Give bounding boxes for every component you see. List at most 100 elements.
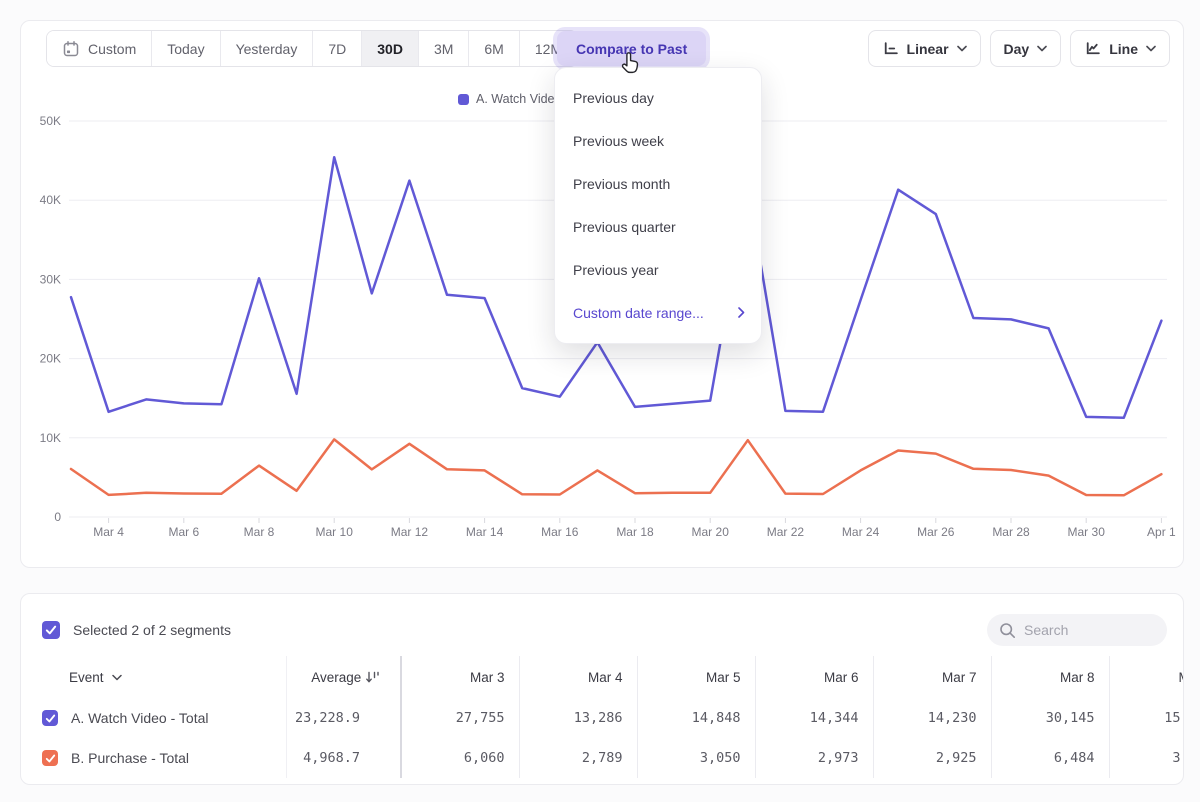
- date-column-header[interactable]: Mar 9: [1109, 656, 1184, 698]
- segments-panel: Selected 2 of 2 segments Event Average Ma…: [20, 593, 1184, 785]
- y-axis-tick-label: 50K: [40, 114, 61, 128]
- segments-summary-label: Selected 2 of 2 segments: [73, 622, 231, 638]
- x-axis-tick-label: Mar 16: [541, 525, 579, 539]
- x-axis-tick-label: Mar 12: [391, 525, 429, 539]
- date-value: 14,848: [637, 698, 755, 738]
- range-label: Yesterday: [236, 41, 298, 57]
- series-line-b-purchase: [71, 439, 1161, 495]
- menu-item-previous-year[interactable]: Previous year: [555, 248, 761, 291]
- range-label: 6M: [484, 41, 503, 57]
- range-button-custom[interactable]: Custom: [47, 31, 151, 66]
- legend-swatch-watch-video: [458, 94, 469, 105]
- segment-label: A. Watch Video - Total: [71, 710, 208, 726]
- event-header-label: Event: [69, 670, 104, 685]
- range-button-today[interactable]: Today: [151, 31, 219, 66]
- average-column-header[interactable]: Average: [286, 656, 401, 698]
- scale-label: Linear: [907, 41, 949, 57]
- range-button-30d[interactable]: 30D: [361, 31, 418, 66]
- segments-table: EventAverage Mar 3Mar 4Mar 5Mar 6Mar 7Ma…: [21, 656, 1184, 778]
- search-input[interactable]: [1024, 622, 1155, 638]
- date-value: 3,050: [637, 738, 755, 778]
- chart-type-dropdown-button[interactable]: Line: [1070, 30, 1170, 67]
- date-value: 2,973: [755, 738, 873, 778]
- chart-legend: A. Watch Video: [458, 92, 561, 106]
- menu-item-previous-day[interactable]: Previous day: [555, 76, 761, 119]
- average-value: 4,968.7: [286, 738, 401, 778]
- x-axis-tick-label: Mar 20: [692, 525, 730, 539]
- date-column-header[interactable]: Mar 5: [637, 656, 755, 698]
- y-axis-tick-label: 20K: [40, 352, 61, 366]
- search-icon: [999, 622, 1016, 639]
- x-axis-tick-label: Mar 28: [992, 525, 1030, 539]
- x-axis-tick-label: Mar 22: [767, 525, 805, 539]
- x-axis-tick-label: Mar 26: [917, 525, 955, 539]
- segment-row-1[interactable]: A. Watch Video - Total23,228.927,75513,2…: [21, 698, 1184, 738]
- date-value: 3,310: [1109, 738, 1184, 778]
- y-axis-tick-label: 0: [54, 510, 61, 524]
- range-button-3m[interactable]: 3M: [418, 31, 468, 66]
- x-axis-tick-label: Mar 30: [1068, 525, 1106, 539]
- range-label: Today: [167, 41, 204, 57]
- line-chart-icon: [1084, 41, 1101, 57]
- date-column-header[interactable]: Mar 6: [755, 656, 873, 698]
- interval-label: Day: [1004, 41, 1030, 57]
- segment-label: B. Purchase - Total: [71, 750, 189, 766]
- y-axis-tick-label: 10K: [40, 431, 61, 445]
- linear-axis-icon: [882, 41, 899, 57]
- chevron-down-icon: [957, 45, 967, 52]
- date-value: 15,560: [1109, 698, 1184, 738]
- date-value: 14,230: [873, 698, 991, 738]
- menu-item-custom-date-range[interactable]: Custom date range...: [555, 291, 761, 334]
- calendar-icon: [62, 40, 80, 58]
- chevron-right-icon: [738, 307, 745, 318]
- y-axis-tick-label: 40K: [40, 193, 61, 207]
- event-column-header[interactable]: Event: [21, 656, 286, 698]
- date-value: 2,925: [873, 738, 991, 778]
- x-axis-tick-label: Apr 1: [1147, 525, 1176, 539]
- date-value: 30,145: [991, 698, 1109, 738]
- date-column-header[interactable]: Mar 3: [401, 656, 519, 698]
- x-axis-tick-label: Mar 24: [842, 525, 880, 539]
- scale-dropdown-button[interactable]: Linear: [868, 30, 981, 67]
- segments-search: [987, 614, 1167, 646]
- date-value: 2,789: [519, 738, 637, 778]
- segments-summary-row: Selected 2 of 2 segments: [42, 621, 231, 639]
- date-value: 6,060: [401, 738, 519, 778]
- chart-toolbar: CustomTodayYesterday7D30D3M6M12M Compare…: [21, 30, 1183, 68]
- date-column-header[interactable]: Mar 4: [519, 656, 637, 698]
- average-value: 23,228.9: [286, 698, 401, 738]
- range-button-7d[interactable]: 7D: [312, 31, 361, 66]
- select-all-checkbox[interactable]: [42, 621, 60, 639]
- date-value: 6,484: [991, 738, 1109, 778]
- chevron-down-icon: [112, 674, 122, 681]
- segment-row-2[interactable]: B. Purchase - Total 4,968.76,0602,7893,05…: [21, 738, 1184, 778]
- date-value: 14,344: [755, 698, 873, 738]
- range-label: Custom: [88, 41, 136, 57]
- x-axis-tick-label: Mar 10: [316, 525, 354, 539]
- menu-item-previous-quarter[interactable]: Previous quarter: [555, 205, 761, 248]
- x-axis-tick-label: Mar 8: [244, 525, 275, 539]
- average-header-label: Average: [311, 670, 361, 685]
- menu-item-previous-week[interactable]: Previous week: [555, 119, 761, 162]
- interval-dropdown-button[interactable]: Day: [990, 30, 1062, 67]
- x-axis-tick-label: Mar 4: [93, 525, 124, 539]
- chart-display-controls: Linear Day Line: [868, 30, 1170, 67]
- range-button-6m[interactable]: 6M: [468, 31, 518, 66]
- compare-to-past-button[interactable]: Compare to Past: [557, 31, 706, 66]
- range-label: 3M: [434, 41, 453, 57]
- range-button-yesterday[interactable]: Yesterday: [220, 31, 313, 66]
- date-column-header[interactable]: Mar 8: [991, 656, 1109, 698]
- y-axis-tick-label: 30K: [40, 272, 61, 286]
- x-axis-tick-label: Mar 6: [168, 525, 199, 539]
- segment-checkbox[interactable]: [42, 710, 58, 726]
- date-value: 13,286: [519, 698, 637, 738]
- date-column-header[interactable]: Mar 7: [873, 656, 991, 698]
- chart-type-label: Line: [1109, 41, 1138, 57]
- chevron-down-icon: [1146, 45, 1156, 52]
- range-label: 7D: [328, 41, 346, 57]
- sort-descending-icon: [365, 670, 380, 684]
- menu-item-previous-month[interactable]: Previous month: [555, 162, 761, 205]
- chevron-down-icon: [1037, 45, 1047, 52]
- segment-checkbox[interactable]: [42, 750, 58, 766]
- segments-table-header-row: EventAverage Mar 3Mar 4Mar 5Mar 6Mar 7Ma…: [21, 656, 1184, 698]
